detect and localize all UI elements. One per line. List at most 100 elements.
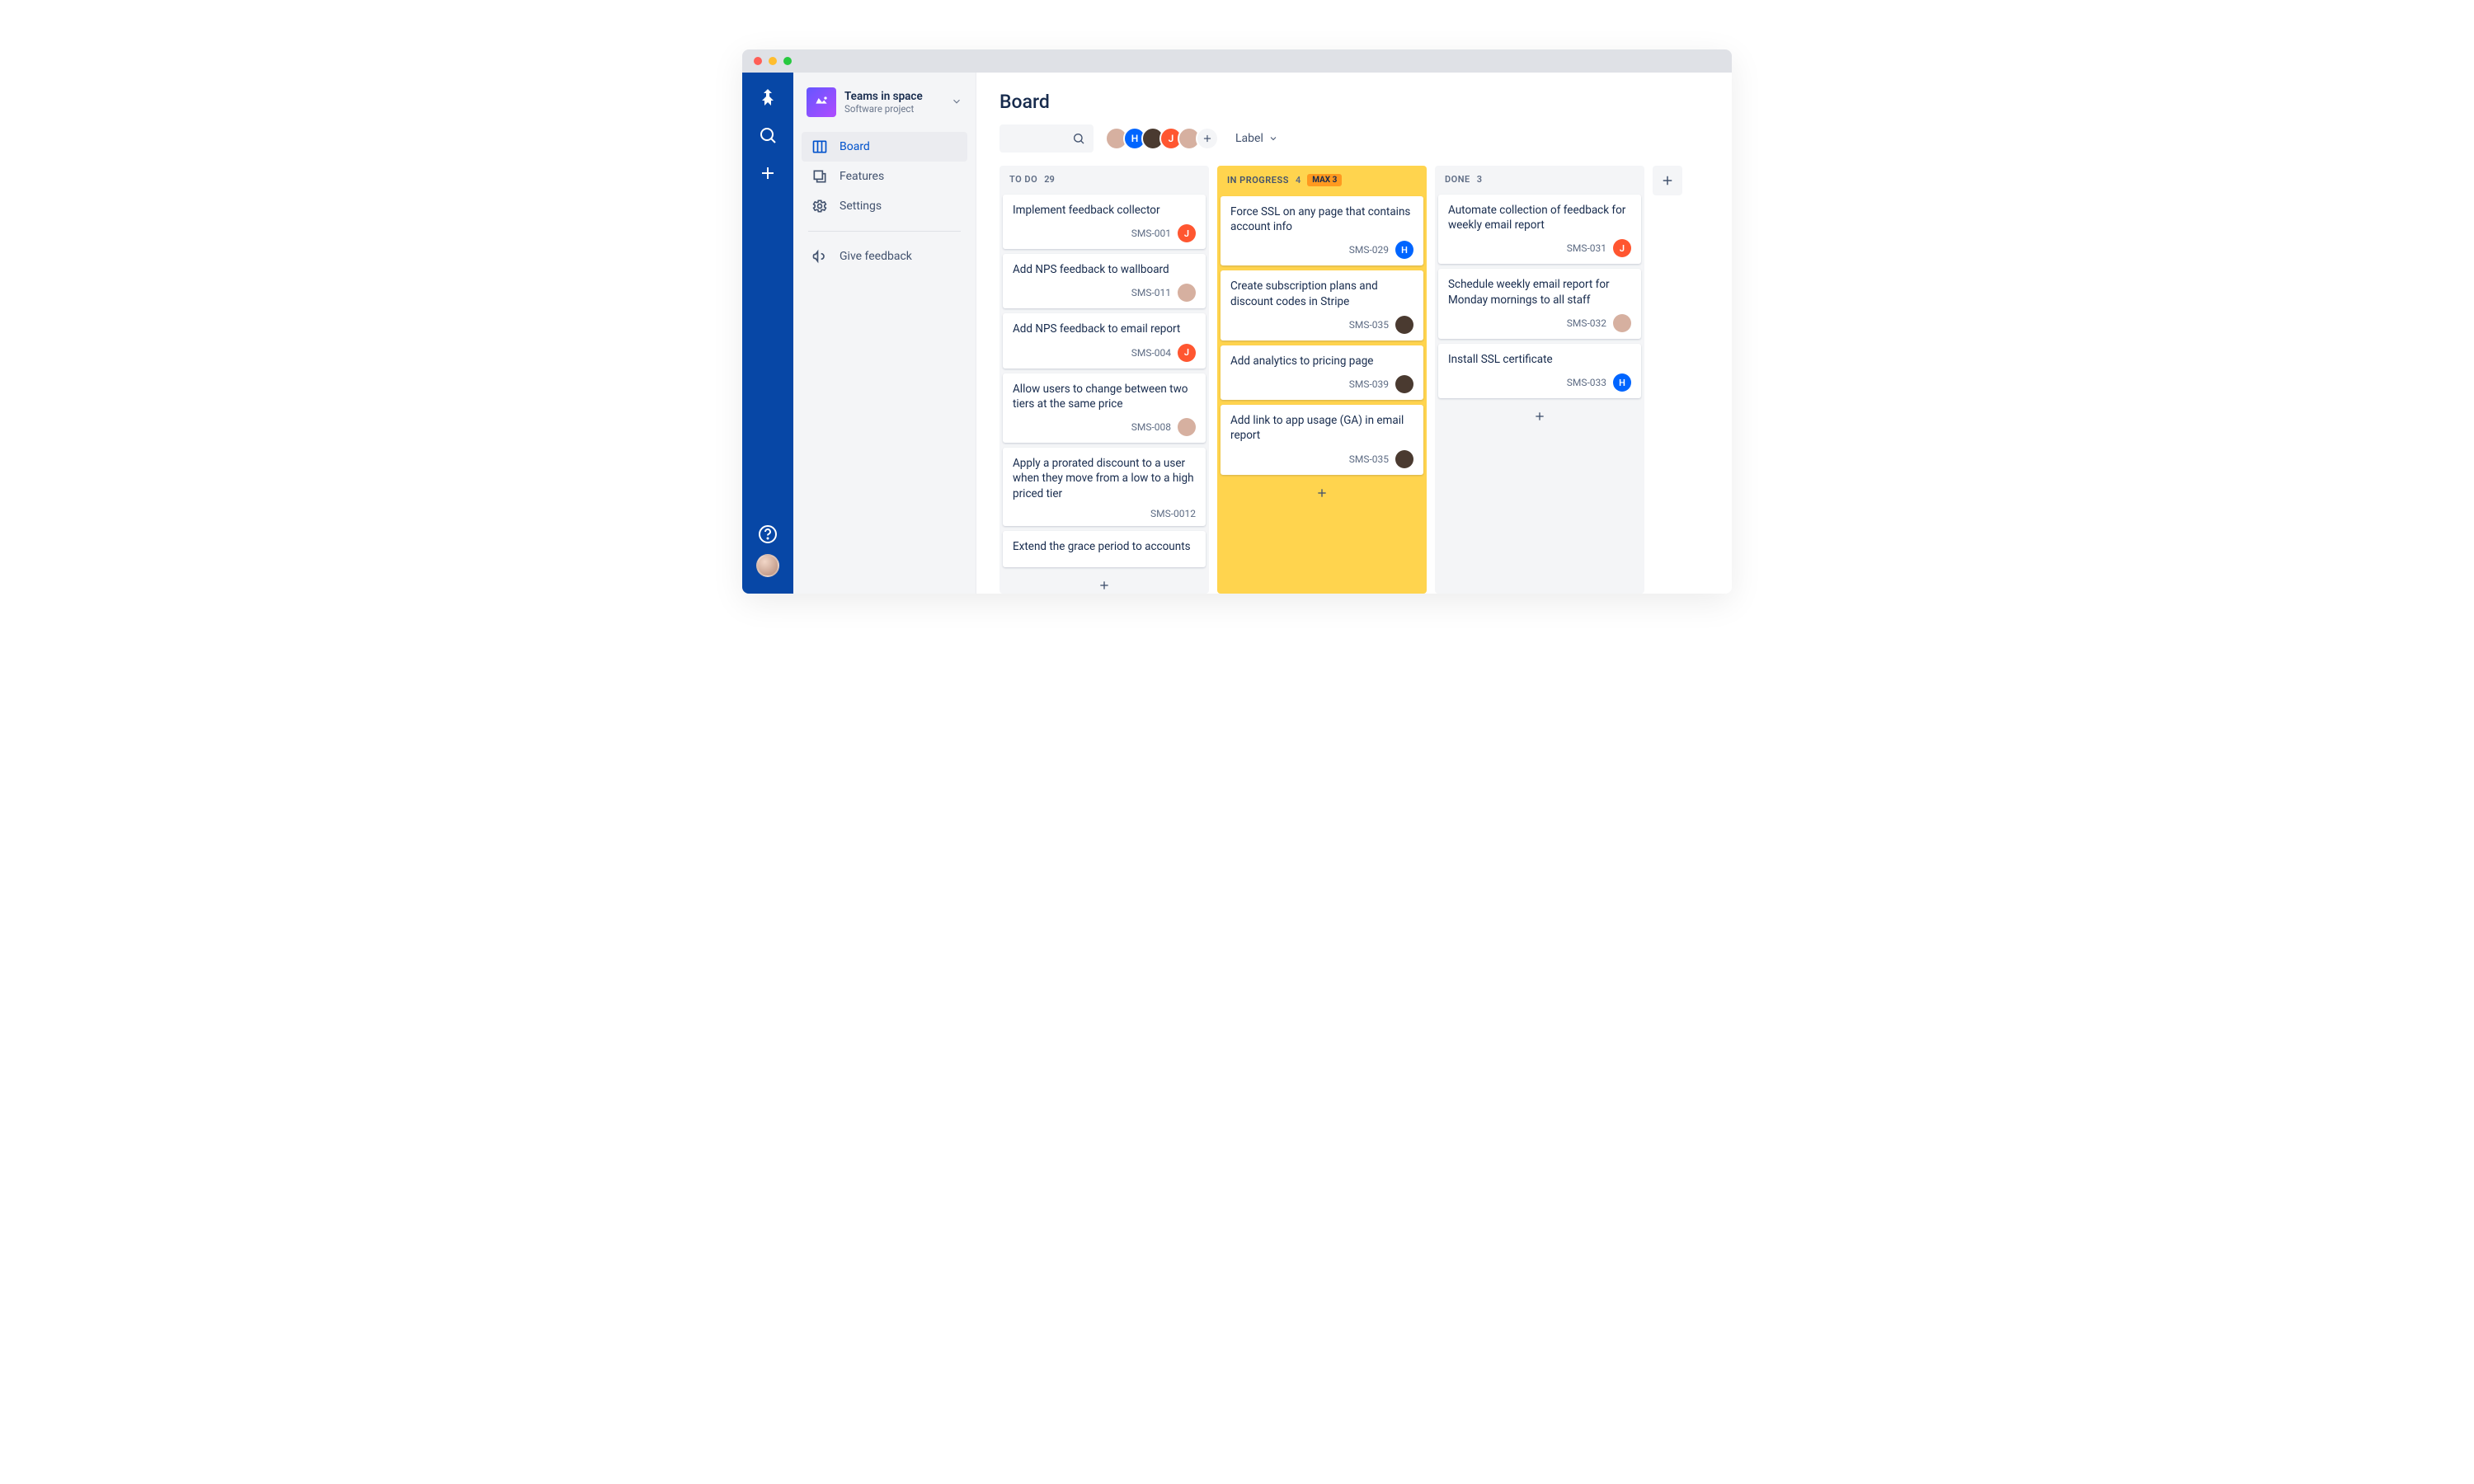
filter-label: Label: [1235, 132, 1263, 145]
column-header: TO DO 29: [999, 166, 1209, 191]
column-title: DONE: [1445, 174, 1470, 185]
issue-card[interactable]: Force SSL on any page that contains acco…: [1221, 196, 1423, 265]
project-name: Teams in space: [844, 90, 943, 103]
card-issue-key: SMS-011: [1131, 287, 1171, 298]
add-card-button[interactable]: [1003, 572, 1206, 594]
project-avatar-icon: [807, 87, 836, 117]
card-issue-key: SMS-039: [1349, 378, 1389, 390]
project-chevron-icon[interactable]: [951, 95, 962, 110]
page-title: Board: [999, 91, 1709, 113]
add-card-button[interactable]: [1438, 403, 1641, 430]
help-icon[interactable]: [758, 524, 778, 544]
issue-card[interactable]: Implement feedback collector SMS-001 J: [1003, 195, 1206, 249]
search-icon: [1072, 132, 1085, 145]
app-body: Teams in space Software project Board Fe…: [742, 73, 1732, 594]
card-issue-key: SMS-0012: [1150, 508, 1196, 519]
page-header: Board: [976, 73, 1732, 124]
card-assignee-avatar: [1178, 418, 1196, 436]
card-title: Extend the grace period to accounts: [1013, 539, 1196, 554]
card-issue-key: SMS-035: [1349, 453, 1389, 465]
column-body: Force SSL on any page that contains acco…: [1217, 193, 1427, 594]
sidebar-item-features[interactable]: Features: [802, 162, 967, 191]
card-assignee-avatar: [1178, 284, 1196, 302]
column-count: 3: [1477, 174, 1482, 185]
sidebar-item-feedback[interactable]: Give feedback: [802, 242, 967, 271]
card-title: Apply a prorated discount to a user when…: [1013, 456, 1196, 501]
board-search-input[interactable]: [999, 124, 1094, 153]
card-assignee-avatar: J: [1178, 344, 1196, 362]
card-issue-key: SMS-001: [1131, 228, 1171, 239]
issue-card[interactable]: Install SSL certificateSMS-033H: [1438, 344, 1641, 398]
card-issue-key: SMS-032: [1567, 317, 1606, 329]
column-body: Automate collection of feedback for week…: [1435, 191, 1644, 594]
card-issue-key: SMS-008: [1131, 421, 1171, 433]
column-title: IN PROGRESS: [1227, 175, 1289, 186]
add-card-button[interactable]: [1221, 480, 1423, 506]
column-count: 29: [1044, 174, 1055, 185]
card-assignee-avatar: J: [1178, 224, 1196, 242]
add-column-button[interactable]: [1653, 166, 1682, 195]
window-titlebar: [742, 49, 1732, 73]
megaphone-icon: [811, 248, 828, 265]
sidebar-item-label: Settings: [840, 200, 882, 213]
card-title: Implement feedback collector: [1013, 203, 1196, 218]
sidebar-item-board[interactable]: Board: [802, 132, 967, 162]
project-sidebar: Teams in space Software project Board Fe…: [793, 73, 976, 594]
card-issue-key: SMS-033: [1567, 377, 1606, 388]
board-columns: TO DO 29 Implement feedback collector SMS-0…: [976, 166, 1732, 594]
add-assignee-button[interactable]: [1196, 127, 1219, 150]
issue-card[interactable]: Add NPS feedback to wallboard SMS-011: [1003, 254, 1206, 308]
label-filter-dropdown[interactable]: Label: [1235, 132, 1278, 145]
column-max-badge: MAX 3: [1307, 174, 1342, 186]
sidebar-item-label: Features: [840, 170, 884, 183]
app-window: Teams in space Software project Board Fe…: [742, 49, 1732, 594]
user-avatar[interactable]: [756, 554, 779, 577]
card-assignee-avatar: H: [1395, 241, 1413, 259]
card-title: Add link to app usage (GA) in email repo…: [1230, 413, 1413, 443]
project-subtitle: Software project: [844, 103, 943, 115]
assignee-filter-avatars: HJ: [1105, 127, 1219, 150]
card-title: Add analytics to pricing page: [1230, 354, 1413, 369]
issue-card[interactable]: Apply a prorated discount to a user when…: [1003, 448, 1206, 526]
issue-card[interactable]: Create subscription plans and discount c…: [1221, 270, 1423, 340]
board-column: DONE 3 Automate collection of feedback for…: [1435, 166, 1644, 594]
issue-card[interactable]: Allow users to change between two tiers …: [1003, 373, 1206, 443]
card-title: Schedule weekly email report for Monday …: [1448, 277, 1631, 307]
issue-card[interactable]: Add analytics to pricing page SMS-039: [1221, 345, 1423, 400]
issue-card[interactable]: Schedule weekly email report for Monday …: [1438, 269, 1641, 338]
global-search-icon[interactable]: [758, 125, 778, 145]
column-body: Implement feedback collectorSMS-001JAdd …: [999, 191, 1209, 594]
jira-logo-icon[interactable]: [758, 87, 778, 107]
issue-card[interactable]: Automate collection of feedback for week…: [1438, 195, 1641, 264]
card-issue-key: SMS-031: [1567, 242, 1606, 254]
project-header: Teams in space Software project: [802, 87, 967, 132]
card-assignee-avatar: [1613, 314, 1631, 332]
board-icon: [811, 139, 828, 155]
main-content: Board HJ Label TO DO29Implement feedback…: [976, 73, 1732, 594]
sidebar-item-settings[interactable]: Settings: [802, 191, 967, 221]
sidebar-item-label: Board: [840, 140, 870, 153]
board-column: IN PROGRESS 4 MAX 3 Force SSL on any page t…: [1217, 166, 1427, 594]
global-create-icon[interactable]: [758, 163, 778, 183]
sidebar-divider: [808, 231, 961, 232]
card-assignee-avatar: [1395, 375, 1413, 393]
gear-icon: [811, 198, 828, 214]
window-close-button[interactable]: [754, 57, 762, 65]
card-title: Automate collection of feedback for week…: [1448, 203, 1631, 232]
issue-card[interactable]: Add link to app usage (GA) in email repo…: [1221, 405, 1423, 474]
card-title: Force SSL on any page that contains acco…: [1230, 204, 1413, 234]
window-minimize-button[interactable]: [769, 57, 777, 65]
issue-card[interactable]: Extend the grace period to accounts: [1003, 531, 1206, 567]
column-title: TO DO: [1009, 174, 1037, 185]
card-title: Allow users to change between two tiers …: [1013, 382, 1196, 411]
card-assignee-avatar: J: [1613, 239, 1631, 257]
card-title: Add NPS feedback to wallboard: [1013, 262, 1196, 277]
card-assignee-avatar: [1395, 450, 1413, 468]
chevron-down-icon: [1268, 134, 1278, 143]
column-count: 4: [1296, 175, 1300, 186]
sidebar-item-label: Give feedback: [840, 250, 912, 263]
card-title: Create subscription plans and discount c…: [1230, 279, 1413, 308]
features-icon: [811, 168, 828, 185]
window-maximize-button[interactable]: [783, 57, 792, 65]
issue-card[interactable]: Add NPS feedback to email reportSMS-004J: [1003, 313, 1206, 368]
